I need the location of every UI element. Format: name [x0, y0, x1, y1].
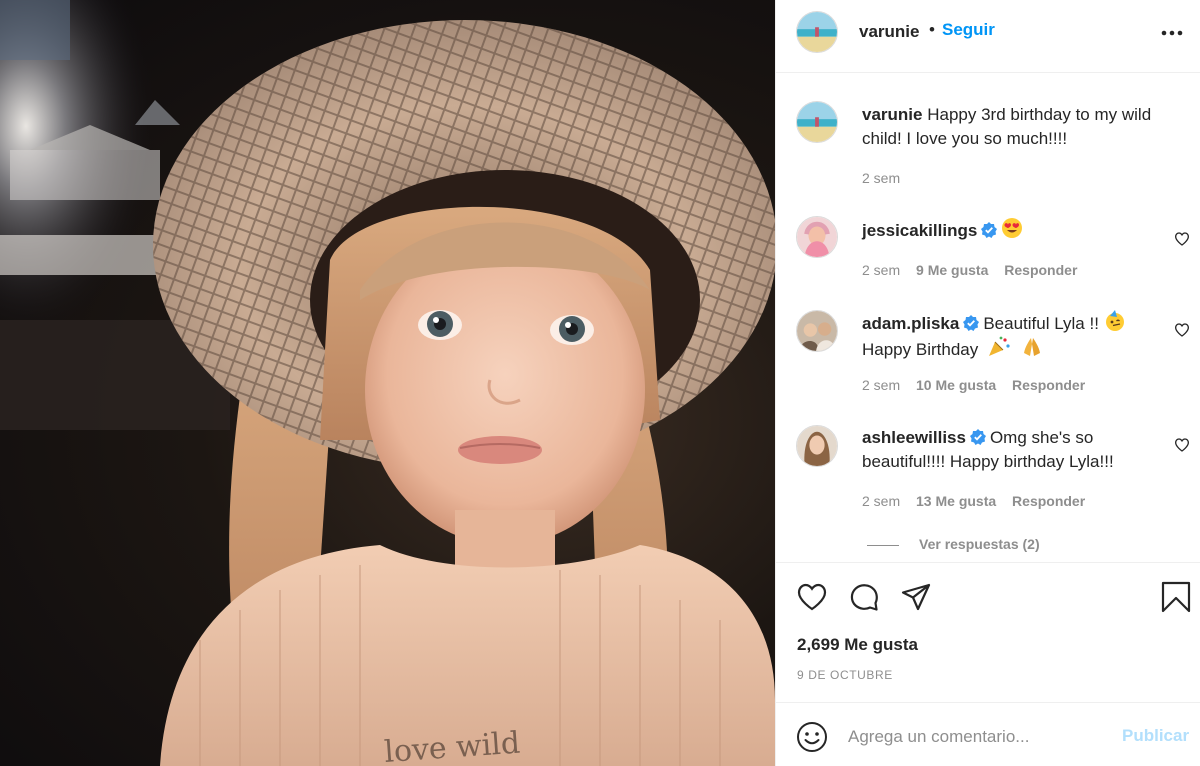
post-header: varunie • Seguir — [776, 0, 1200, 73]
view-replies-label: Ver respuestas (2) — [919, 536, 1040, 552]
comment-meta: 2 sem 13 Me gusta Responder — [862, 493, 1097, 509]
verified-badge-icon — [981, 222, 998, 238]
comment-likes[interactable]: 9 Me gusta — [916, 262, 988, 278]
post-photo[interactable]: love wild — [0, 0, 775, 766]
comment-text-line2: Happy Birthday — [862, 340, 979, 359]
comment-icon[interactable] — [848, 581, 880, 613]
comment: ashleewilliss Omg she's so beautiful!!!! … — [862, 426, 1162, 474]
comment: adam.pliska Beautiful Lyla !! Happy Birth… — [862, 310, 1162, 362]
folded-hands-emoji-icon — [1023, 338, 1040, 356]
heart-eyes-emoji-icon — [1002, 218, 1023, 238]
child-portrait-image: love wild — [0, 0, 775, 766]
caption-avatar[interactable] — [796, 101, 838, 143]
comment-meta: 2 sem 9 Me gusta Responder — [862, 262, 1089, 278]
share-icon[interactable] — [900, 581, 932, 613]
avatar[interactable] — [796, 11, 838, 53]
comment-likes[interactable]: 13 Me gusta — [916, 493, 996, 509]
comment: jessicakillings — [862, 217, 1162, 243]
verified-badge-icon — [963, 315, 980, 331]
comments-list[interactable]: varunie Happy 3rd birthday to my wild ch… — [776, 74, 1200, 562]
comment-time[interactable]: 2 sem — [862, 493, 900, 509]
comment-likes[interactable]: 10 Me gusta — [916, 377, 996, 393]
party-face-emoji-icon — [1105, 310, 1124, 331]
view-replies-button[interactable]: Ver respuestas (2) — [867, 536, 1040, 552]
comment-username[interactable]: jessicakillings — [862, 221, 977, 240]
comment-avatar[interactable] — [796, 216, 838, 258]
post-side-panel: varunie • Seguir varunie Happy 3rd birth… — [775, 0, 1200, 766]
publish-button[interactable]: Publicar — [1122, 726, 1189, 746]
comment-username[interactable]: ashleewilliss — [862, 428, 966, 447]
comment-avatar[interactable] — [796, 425, 838, 467]
reply-button[interactable]: Responder — [1012, 377, 1085, 393]
caption: varunie Happy 3rd birthday to my wild ch… — [862, 103, 1162, 151]
comment-input[interactable] — [848, 723, 1108, 751]
add-comment-bar: Publicar — [776, 702, 1200, 766]
likes-count[interactable]: 2,699 Me gusta — [797, 635, 918, 655]
smiley-emoji-icon[interactable] — [796, 721, 828, 753]
heart-icon[interactable] — [796, 581, 828, 613]
caption-meta: 2 sem — [862, 170, 912, 186]
post-date[interactable]: 9 DE OCTUBRE — [797, 668, 893, 682]
like-comment-heart-icon[interactable] — [1174, 322, 1190, 338]
like-comment-heart-icon[interactable] — [1174, 231, 1190, 247]
follow-button[interactable]: Seguir — [942, 20, 995, 40]
comment-avatar[interactable] — [796, 310, 838, 352]
more-options-icon[interactable] — [1160, 29, 1184, 37]
reply-button[interactable]: Responder — [1012, 493, 1085, 509]
bookmark-icon[interactable] — [1160, 581, 1192, 613]
reply-button[interactable]: Responder — [1004, 262, 1077, 278]
comment-time[interactable]: 2 sem — [862, 262, 900, 278]
comment-time[interactable]: 2 sem — [862, 377, 900, 393]
caption-time[interactable]: 2 sem — [862, 170, 900, 186]
replies-divider — [867, 544, 899, 546]
party-popper-emoji-icon — [988, 336, 1010, 356]
comment-username[interactable]: adam.pliska — [862, 314, 959, 333]
verified-badge-icon — [969, 429, 986, 445]
caption-username[interactable]: varunie — [862, 105, 922, 124]
comment-meta: 2 sem 10 Me gusta Responder — [862, 377, 1097, 393]
header-username[interactable]: varunie — [859, 22, 919, 42]
header-separator: • — [929, 20, 935, 39]
comment-text: Beautiful Lyla !! — [983, 314, 1099, 333]
post-actions: 2,699 Me gusta 9 DE OCTUBRE — [776, 562, 1200, 702]
like-comment-heart-icon[interactable] — [1174, 437, 1190, 453]
